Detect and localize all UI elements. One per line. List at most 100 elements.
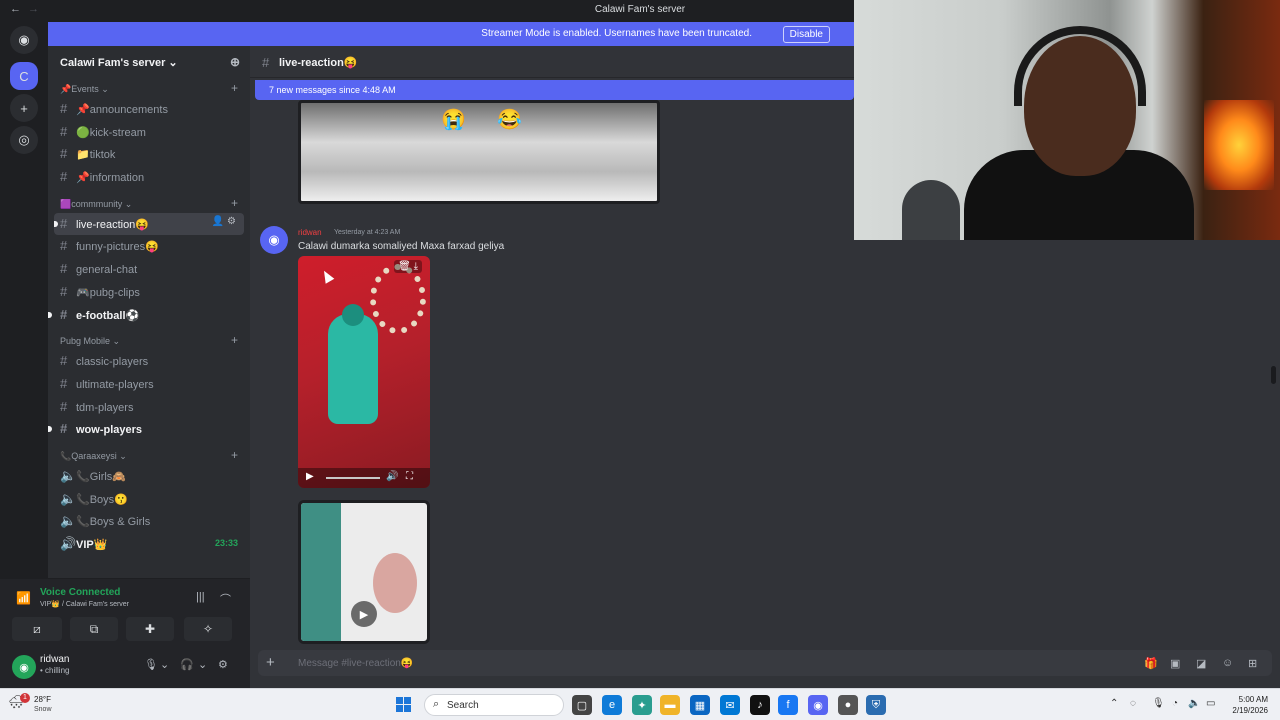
laughing-emoji: 😂: [497, 109, 522, 131]
channel-ultimate-players[interactable]: # ultimate-players: [48, 373, 250, 396]
app-icon[interactable]: ●: [838, 695, 858, 715]
video-controls[interactable]: ▶ 🔊 ⛶: [298, 468, 430, 488]
edge-icon[interactable]: e: [602, 695, 622, 715]
channel-label: ultimate-players: [76, 378, 154, 391]
chevron-down-icon[interactable]: ⌄: [160, 658, 169, 671]
file-explorer-icon[interactable]: ▬: [660, 695, 680, 715]
user-panel: ◉ ridwan • chilling 🎙 ⌄ 🎧 ⌄ ⚙: [0, 646, 250, 688]
video-attachment[interactable]: ▶: [298, 500, 430, 644]
new-messages-bar[interactable]: 7 new messages since 4:48 AM: [255, 80, 854, 100]
category-community[interactable]: 🟪commmunity ⌄ +: [48, 193, 250, 213]
plus-icon[interactable]: +: [231, 333, 238, 347]
copilot-icon[interactable]: ✦: [632, 695, 652, 715]
defender-icon[interactable]: ⛨: [866, 695, 886, 715]
volume-icon[interactable]: 🔊: [386, 471, 398, 482]
scrollbar-thumb[interactable]: [1271, 366, 1276, 384]
volume-icon[interactable]: 🔈: [1188, 698, 1200, 709]
add-server-icon[interactable]: +: [10, 94, 38, 122]
channel-kick-stream[interactable]: # 🟢kick-stream: [48, 121, 250, 144]
activities-button[interactable]: ✚: [126, 617, 174, 641]
hash-icon: #: [60, 261, 68, 277]
category-pubg-mobile[interactable]: Pubg Mobile ⌄ +: [48, 330, 250, 350]
voice-channel-boys-girls[interactable]: 🔈📞Boys & Girls: [48, 510, 250, 533]
clock[interactable]: 5:00 AM 2/19/2026: [1232, 694, 1268, 716]
channel-tdm-players[interactable]: # tdm-players: [48, 396, 250, 419]
emoji-icon[interactable]: ☺: [1222, 657, 1233, 669]
camera-button[interactable]: ⧄: [12, 617, 62, 641]
play-icon[interactable]: ▶: [351, 601, 377, 627]
channel-tiktok[interactable]: # 📁tiktok: [48, 143, 250, 166]
channel-wow-players[interactable]: # wow-players: [48, 418, 250, 441]
wifi-icon[interactable]: ◔: [1172, 698, 1178, 709]
noise-suppression-icon[interactable]: |||: [196, 591, 205, 603]
server-calawi-icon[interactable]: C: [10, 62, 38, 90]
channel-announcements[interactable]: # 📌announcements: [48, 98, 250, 121]
plus-icon[interactable]: +: [231, 448, 238, 462]
voice-channel-vip[interactable]: 🔊VIP👑 23:33: [48, 533, 250, 556]
screen-share-button[interactable]: ⧉: [70, 617, 118, 641]
task-view-icon[interactable]: ▢: [572, 695, 592, 715]
facebook-icon[interactable]: f: [778, 695, 798, 715]
tray-app-icon[interactable]: ◌: [1130, 698, 1136, 709]
channel-e-football[interactable]: # e-football⚽: [48, 304, 250, 327]
delete-download-icons[interactable]: 🗑 ⤓: [394, 260, 422, 273]
crying-emoji: 😭: [441, 109, 466, 131]
battery-icon[interactable]: ▭: [1206, 698, 1215, 709]
channel-pubg-clips[interactable]: # 🎮pubg-clips: [48, 281, 250, 304]
discord-app-icon[interactable]: ◉: [808, 695, 828, 715]
channel-general-chat[interactable]: # general-chat: [48, 258, 250, 281]
outlook-icon[interactable]: ✉: [720, 695, 740, 715]
channel-classic-players[interactable]: # classic-players: [48, 350, 250, 373]
unread-dot: [48, 426, 52, 433]
channel-live-reaction[interactable]: # live-reaction😝 👤 ⚙: [54, 212, 244, 236]
message-author[interactable]: ridwan: [298, 228, 322, 237]
channel-settings-icon[interactable]: 👤 ⚙: [212, 216, 236, 227]
sticker-icon[interactable]: ◪: [1196, 657, 1206, 670]
server-header[interactable]: Calawi Fam's server ⌄ ⊕: [48, 46, 250, 78]
disable-button[interactable]: Disable: [782, 26, 830, 43]
search-icon: ⌕: [433, 698, 440, 710]
discover-icon[interactable]: ◎: [10, 126, 38, 154]
fullscreen-icon[interactable]: ⛶: [406, 471, 413, 482]
avatar[interactable]: ◉: [12, 655, 36, 679]
video-attachment[interactable]: 😭 😂: [298, 100, 660, 204]
voice-channel-girls[interactable]: 🔈📞Girls🙈: [48, 465, 250, 488]
chevron-down-icon[interactable]: ⌄: [198, 658, 207, 671]
gif-icon[interactable]: ▣: [1170, 657, 1180, 670]
disconnect-icon[interactable]: ⌒: [220, 591, 231, 607]
progress-bar[interactable]: [326, 477, 380, 479]
category-events[interactable]: 📌Events ⌄ +: [48, 78, 250, 98]
speaker-icon: 🔊: [60, 536, 77, 551]
apps-icon[interactable]: ⊞: [1248, 657, 1257, 670]
headphones-icon[interactable]: 🎧: [180, 658, 194, 671]
soundboard-icon: ✧: [202, 622, 214, 636]
invite-icon[interactable]: ⊕: [230, 55, 240, 69]
voice-channel-boys[interactable]: 🔈📞Boys😗: [48, 488, 250, 511]
discord-home-icon[interactable]: ◉: [10, 26, 38, 54]
plus-icon[interactable]: +: [231, 196, 238, 210]
server-name: Calawi Fam's server ⌄: [60, 57, 178, 69]
settings-gear-icon[interactable]: ⚙: [218, 658, 228, 671]
voice-status[interactable]: Voice Connected: [40, 587, 120, 598]
category-qaraaxeysi[interactable]: 📞Qaraaxeysi ⌄ +: [48, 445, 250, 465]
weather-temp[interactable]: 28°F: [34, 695, 51, 704]
tiktok-icon[interactable]: ♪: [750, 695, 770, 715]
soundboard-button[interactable]: ✧: [184, 617, 232, 641]
channel-label: classic-players: [76, 356, 149, 369]
channel-funny-pictures[interactable]: # funny-pictures😝: [48, 235, 250, 258]
taskbar-search[interactable]: ⌕ Search: [424, 694, 564, 716]
add-attachment-icon[interactable]: +: [266, 654, 275, 671]
video-attachment[interactable]: 🗑 ⤓ ▶ 🔊 ⛶: [298, 256, 430, 488]
store-icon[interactable]: ▦: [690, 695, 710, 715]
plus-icon[interactable]: +: [231, 81, 238, 95]
start-button[interactable]: [396, 697, 412, 713]
weather-condition: Snow: [34, 706, 52, 713]
gift-icon[interactable]: 🎁: [1144, 657, 1158, 670]
play-icon[interactable]: ▶: [306, 471, 314, 482]
mic-tray-icon[interactable]: 🎙: [1152, 698, 1165, 709]
chevron-up-icon[interactable]: ⌃: [1110, 698, 1118, 709]
author-avatar[interactable]: ◉: [260, 226, 288, 254]
microphone-icon[interactable]: 🎙: [144, 658, 158, 671]
username[interactable]: ridwan: [40, 654, 69, 665]
channel-information[interactable]: # 📌information: [48, 166, 250, 189]
